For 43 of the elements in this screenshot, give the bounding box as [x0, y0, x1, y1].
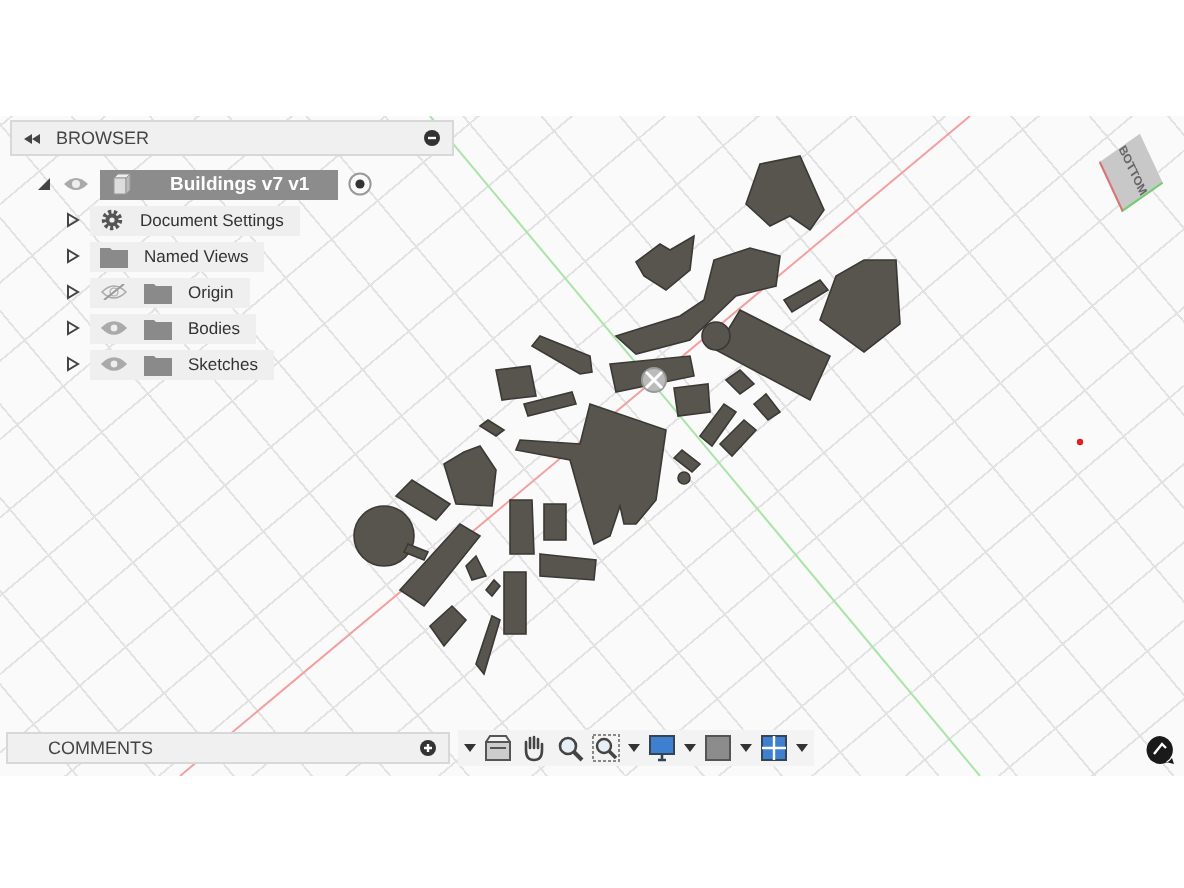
orbit-icon[interactable]: [484, 734, 512, 762]
caret-icon[interactable]: [740, 744, 752, 752]
caret-icon[interactable]: [796, 744, 808, 752]
tree-item-background[interactable]: Bodies: [90, 313, 256, 343]
caret-icon[interactable]: [684, 744, 696, 752]
comments-title: COMMENTS: [48, 738, 155, 758]
folder-icon: [100, 245, 128, 267]
zoom-icon[interactable]: [556, 734, 584, 762]
hand-icon[interactable]: [520, 734, 548, 762]
gear-icon: [100, 208, 124, 232]
component-icon: [110, 172, 134, 196]
expand-arrow-icon[interactable]: [36, 176, 52, 192]
collapse-icon[interactable]: [24, 133, 40, 143]
point-marker: [1076, 438, 1084, 446]
origin-point-icon: [641, 367, 667, 393]
tree-item-background[interactable]: Document Settings: [90, 205, 300, 235]
expand-arrow-icon[interactable]: [64, 248, 80, 264]
tree-item-label: Bodies: [188, 318, 240, 338]
expand-arrow-icon[interactable]: [64, 212, 80, 228]
tree-item-label: Document Settings: [140, 210, 284, 230]
tree-item-label: Origin: [188, 282, 234, 302]
tree-item-label: Named Views: [144, 246, 249, 266]
folder-icon: [144, 317, 172, 339]
expand-arrow-icon[interactable]: [64, 284, 80, 300]
caret-icon[interactable]: [628, 744, 640, 752]
monitor-icon[interactable]: [648, 734, 676, 762]
caret-icon[interactable]: [464, 744, 476, 752]
grid-layout-icon[interactable]: [760, 734, 788, 762]
tree-item-label: Sketches: [188, 354, 258, 374]
add-icon[interactable]: [420, 740, 436, 756]
tree-item-background[interactable]: Named Views: [90, 241, 265, 271]
folder-icon: [144, 281, 172, 303]
visual-style-icon[interactable]: [704, 734, 732, 762]
folder-icon: [144, 353, 172, 375]
tree-item-background[interactable]: Sketches: [90, 349, 274, 379]
expand-arrow-icon[interactable]: [64, 320, 80, 336]
feedback-bubble-icon[interactable]: [1146, 736, 1174, 764]
activate-radio-icon[interactable]: [347, 172, 372, 196]
zoom-window-icon[interactable]: [592, 734, 620, 762]
expand-arrow-icon[interactable]: [64, 356, 80, 372]
minimize-icon[interactable]: [424, 130, 440, 146]
browser-title: BROWSER: [56, 128, 152, 148]
tree-item-background[interactable]: Origin: [90, 277, 250, 307]
